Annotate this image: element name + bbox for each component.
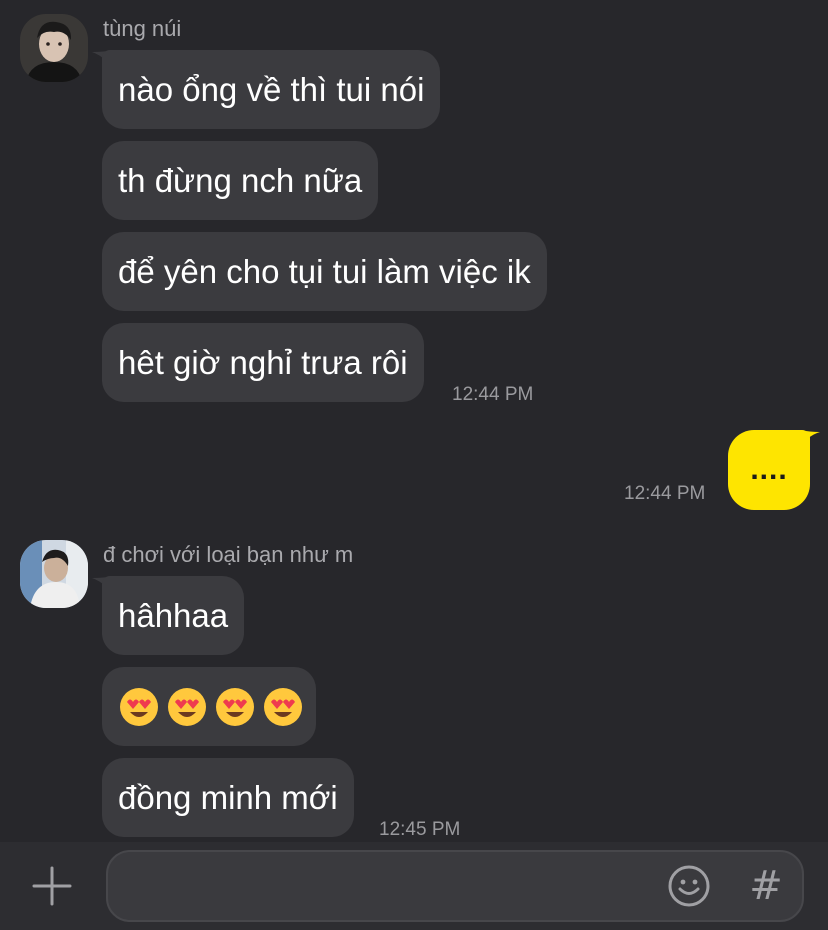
chat-area: tùng núi nào ổng về thì tui nói th đừng … [0, 0, 828, 842]
sender-name: tùng núi [103, 16, 182, 41]
message-input-field[interactable]: # [106, 850, 804, 922]
message-bubble[interactable]: nào ổng về thì tui nói [102, 50, 441, 129]
heart-eyes-emoji-icon [215, 687, 255, 727]
message-bubble[interactable]: hêt giờ nghỉ trưa rôi [102, 323, 424, 402]
message-input[interactable] [126, 852, 650, 922]
message-bubble[interactable]: th đừng nch nữa [102, 141, 379, 220]
message-timestamp: 12:44 PM [452, 384, 534, 405]
emoji-message-bubble[interactable] [102, 667, 316, 746]
heart-eyes-emoji-icon [167, 687, 207, 727]
message-timestamp: 12:45 PM [379, 819, 461, 840]
bubble-tail [800, 430, 820, 450]
smiley-icon[interactable] [666, 863, 712, 909]
message-bubble[interactable]: để yên cho tụi tui làm việc ik [102, 232, 547, 311]
message-input-bar: # [0, 842, 828, 930]
my-message-bubble[interactable]: .... [728, 430, 810, 510]
avatar-sender-2[interactable] [20, 540, 88, 608]
sender-name: đ chơi với loại bạn như m [103, 542, 354, 567]
plus-icon[interactable] [30, 864, 74, 908]
message-timestamp: 12:44 PM [624, 483, 706, 504]
heart-eyes-emoji-icon [119, 687, 159, 727]
message-bubble[interactable]: đồng minh mới [102, 758, 354, 837]
hash-icon[interactable]: # [746, 860, 786, 912]
avatar-tung-nui[interactable] [20, 14, 88, 82]
message-bubble[interactable]: hâhhaa [102, 576, 245, 655]
heart-eyes-emoji-icon [263, 687, 303, 727]
